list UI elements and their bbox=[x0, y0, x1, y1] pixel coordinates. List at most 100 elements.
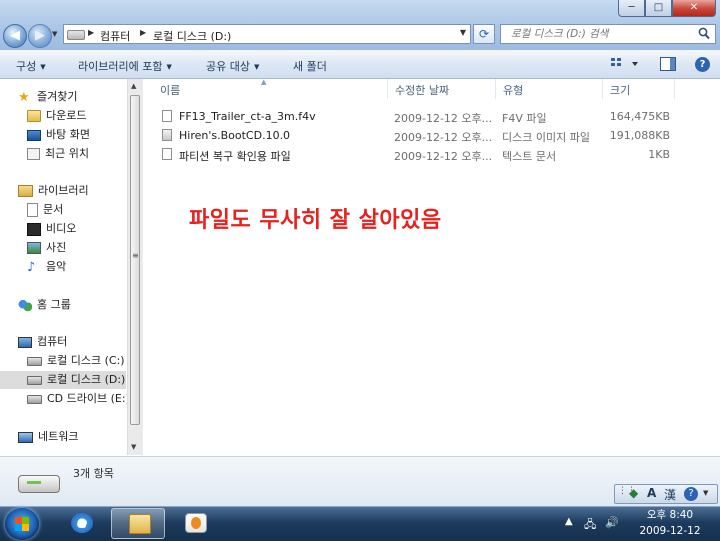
libraries-icon bbox=[18, 185, 33, 197]
start-button[interactable] bbox=[5, 508, 39, 540]
ime-icon[interactable]: ◆ bbox=[629, 486, 638, 500]
column-header-date-modified[interactable]: 수정한 날짜 bbox=[395, 82, 449, 98]
windows-drive-icon bbox=[27, 356, 42, 366]
media-player-icon bbox=[185, 513, 207, 533]
sidebar-item-favorites[interactable]: ★ 즐겨찾기 bbox=[18, 88, 77, 106]
table-row[interactable]: 파티션 복구 확인용 파일 2009-12-12 오후... 텍스트 문서 1K… bbox=[159, 145, 679, 163]
share-with-menu[interactable]: 공유 대상 ▼ bbox=[206, 58, 259, 74]
search-icon[interactable] bbox=[698, 27, 710, 43]
show-hidden-icons-icon[interactable]: ▲ bbox=[565, 516, 573, 527]
close-button[interactable]: ✕ bbox=[672, 0, 716, 17]
sidebar-item-documents[interactable]: 문서 bbox=[27, 201, 63, 219]
taskbar-windows-explorer[interactable] bbox=[111, 508, 165, 539]
share-with-label: 공유 대상 bbox=[206, 60, 250, 73]
sidebar-item-network[interactable]: 네트워크 bbox=[18, 428, 78, 446]
computer-icon bbox=[18, 336, 32, 348]
file-type: 디스크 이미지 파일 bbox=[502, 131, 590, 144]
file-list: ▲ 이름 수정한 날짜 유형 크기 FF13_Trailer_ct-a_3m.f… bbox=[143, 78, 720, 455]
sidebar-item-label: 컴퓨터 bbox=[37, 335, 68, 348]
breadcrumb-separator-icon[interactable]: ▶ bbox=[140, 28, 146, 37]
history-dropdown-icon[interactable]: ▼ bbox=[52, 30, 57, 38]
drive-icon bbox=[67, 30, 85, 40]
file-date: 2009-12-12 오후... bbox=[394, 131, 493, 144]
forward-button[interactable]: ▶ bbox=[28, 24, 52, 48]
search-input[interactable] bbox=[509, 27, 693, 41]
chevron-down-icon: ▼ bbox=[253, 63, 260, 71]
sidebar-item-recent-places[interactable]: 최근 위치 bbox=[27, 145, 89, 163]
annotation-text: 파일도 무사히 잘 살아있음 bbox=[189, 208, 442, 233]
column-header-type[interactable]: 유형 bbox=[503, 82, 523, 98]
sidebar-item-computer[interactable]: 컴퓨터 bbox=[18, 333, 67, 351]
sidebar-item-cd-drive-e[interactable]: CD 드라이브 (E:) bbox=[27, 390, 130, 408]
sidebar-item-desktop[interactable]: 바탕 화면 bbox=[27, 126, 90, 144]
sort-caret-icon: ▲ bbox=[261, 78, 267, 86]
sidebar-item-label: 음악 bbox=[46, 260, 67, 273]
drive-large-icon bbox=[18, 475, 60, 493]
sidebar-item-pictures[interactable]: 사진 bbox=[27, 239, 66, 257]
language-help-button[interactable]: ? bbox=[684, 487, 698, 501]
column-divider[interactable] bbox=[602, 79, 603, 99]
clock[interactable]: 오후 8:40 2009-12-12 bbox=[630, 507, 710, 539]
text-file-icon bbox=[162, 148, 172, 160]
address-bar[interactable]: ▶ 컴퓨터 ▶ 로컬 디스크 (D:) ▼ bbox=[63, 24, 471, 44]
column-divider[interactable] bbox=[495, 79, 496, 99]
back-button[interactable]: ◀ bbox=[3, 24, 27, 48]
column-header-size[interactable]: 크기 bbox=[610, 82, 630, 98]
change-view-button[interactable] bbox=[610, 57, 640, 71]
sidebar-item-local-disk-c[interactable]: 로컬 디스크 (C:) bbox=[27, 352, 125, 370]
scrollbar-thumb[interactable] bbox=[130, 95, 140, 425]
language-bar[interactable]: ⋮⋮ ◆ A 漢 ? ▼ bbox=[614, 484, 718, 504]
table-row[interactable]: FF13_Trailer_ct-a_3m.f4v 2009-12-12 오후..… bbox=[159, 107, 679, 125]
maximize-button[interactable]: □ bbox=[645, 0, 672, 17]
navigation-scrollbar[interactable]: ▲ ≡ ▼ bbox=[127, 79, 143, 455]
breadcrumb-separator-icon[interactable]: ▶ bbox=[88, 28, 94, 37]
column-divider[interactable] bbox=[387, 79, 388, 99]
sidebar-item-label: 사진 bbox=[46, 241, 67, 254]
sidebar-item-local-disk-d[interactable]: 로컬 디스크 (D:) bbox=[0, 371, 126, 389]
table-row[interactable]: Hiren's.BootCD.10.0 2009-12-12 오후... 디스크… bbox=[159, 126, 679, 144]
language-bar-options-icon[interactable]: ▼ bbox=[703, 489, 708, 497]
column-divider[interactable] bbox=[674, 79, 675, 99]
back-arrow-icon: ◀ bbox=[10, 28, 20, 43]
taskbar-internet-explorer[interactable]: e bbox=[54, 508, 108, 539]
help-button[interactable]: ? bbox=[695, 57, 710, 72]
ime-mode-button[interactable]: A bbox=[647, 486, 656, 500]
volume-icon[interactable]: 🔊 bbox=[605, 516, 619, 529]
column-header-name[interactable]: 이름 bbox=[160, 82, 180, 98]
address-dropdown-icon[interactable]: ▼ bbox=[460, 28, 466, 37]
window-controls: ─ □ ✕ bbox=[618, 0, 716, 19]
downloads-folder-icon bbox=[27, 110, 41, 122]
preview-pane-button[interactable] bbox=[660, 57, 676, 71]
organize-menu[interactable]: 구성 ▼ bbox=[16, 58, 46, 74]
sidebar-item-downloads[interactable]: 다운로드 bbox=[27, 107, 86, 125]
sidebar-item-videos[interactable]: 비디오 bbox=[27, 220, 76, 238]
breadcrumb-computer[interactable]: 컴퓨터 bbox=[100, 28, 130, 44]
breadcrumb-drive-d[interactable]: 로컬 디스크 (D:) bbox=[153, 28, 231, 44]
search-box[interactable] bbox=[500, 24, 716, 44]
scroll-up-icon[interactable]: ▲ bbox=[131, 82, 136, 90]
sidebar-item-libraries[interactable]: 라이브러리 bbox=[18, 182, 89, 200]
disk-image-icon bbox=[162, 129, 172, 141]
hanja-button[interactable]: 漢 bbox=[664, 486, 676, 503]
include-in-library-menu[interactable]: 라이브러리에 포함 ▼ bbox=[78, 58, 172, 74]
minimize-button[interactable]: ─ bbox=[618, 0, 645, 17]
clock-time: 오후 8:40 bbox=[646, 509, 694, 521]
sidebar-item-homegroup[interactable]: 홈 그룹 bbox=[18, 296, 71, 314]
refresh-button[interactable]: ⟳ bbox=[473, 24, 495, 44]
sidebar-item-music[interactable]: ♪ 음악 bbox=[27, 258, 66, 276]
sidebar-item-label: 로컬 디스크 (C:) bbox=[47, 354, 125, 367]
scroll-down-icon[interactable]: ▼ bbox=[131, 443, 136, 451]
forward-arrow-icon: ▶ bbox=[35, 28, 45, 43]
sidebar-item-label: 최근 위치 bbox=[45, 147, 89, 160]
new-folder-button[interactable]: 새 폴더 bbox=[293, 58, 327, 74]
file-date: 2009-12-12 오후... bbox=[394, 150, 493, 163]
videos-icon bbox=[27, 222, 41, 236]
include-in-library-label: 라이브러리에 포함 bbox=[78, 60, 163, 73]
recent-places-icon bbox=[27, 148, 40, 160]
organize-label: 구성 bbox=[16, 60, 37, 73]
grip-icon: ≡ bbox=[132, 251, 139, 260]
chevron-down-icon: ▼ bbox=[166, 63, 172, 71]
taskbar-media-center[interactable] bbox=[168, 508, 222, 539]
network-status-icon[interactable]: 🖧 bbox=[584, 516, 596, 535]
sidebar-item-label: 라이브러리 bbox=[38, 184, 89, 197]
